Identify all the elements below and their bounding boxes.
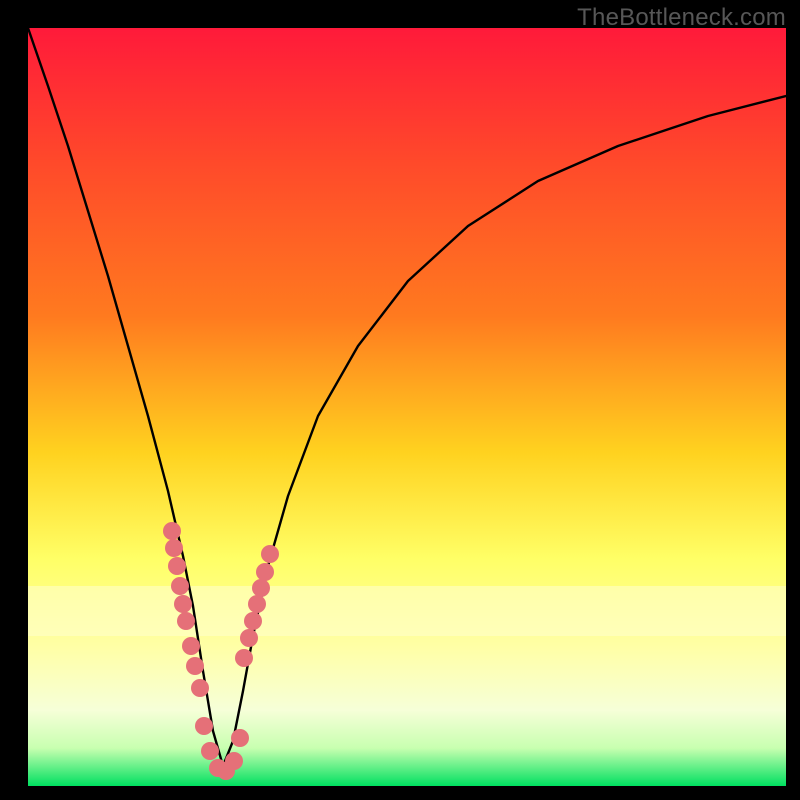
data-dot (177, 612, 195, 630)
plot-area (28, 28, 786, 786)
data-dot (163, 522, 181, 540)
chart-outer-frame: TheBottleneck.com (0, 0, 800, 800)
data-dot (256, 563, 274, 581)
data-dot (244, 612, 262, 630)
data-dot (248, 595, 266, 613)
data-dot (171, 577, 189, 595)
data-dot (201, 742, 219, 760)
data-dot (252, 579, 270, 597)
data-dot (174, 595, 192, 613)
data-dot (182, 637, 200, 655)
data-dot (261, 545, 279, 563)
data-dot (195, 717, 213, 735)
perfect-band (28, 586, 786, 636)
chart-svg (28, 28, 786, 786)
data-dot (240, 629, 258, 647)
data-dot (168, 557, 186, 575)
data-dot (165, 539, 183, 557)
gradient-background (28, 28, 786, 786)
data-dot (191, 679, 209, 697)
data-dot (225, 752, 243, 770)
data-dot (231, 729, 249, 747)
data-dot (235, 649, 253, 667)
data-dot (186, 657, 204, 675)
